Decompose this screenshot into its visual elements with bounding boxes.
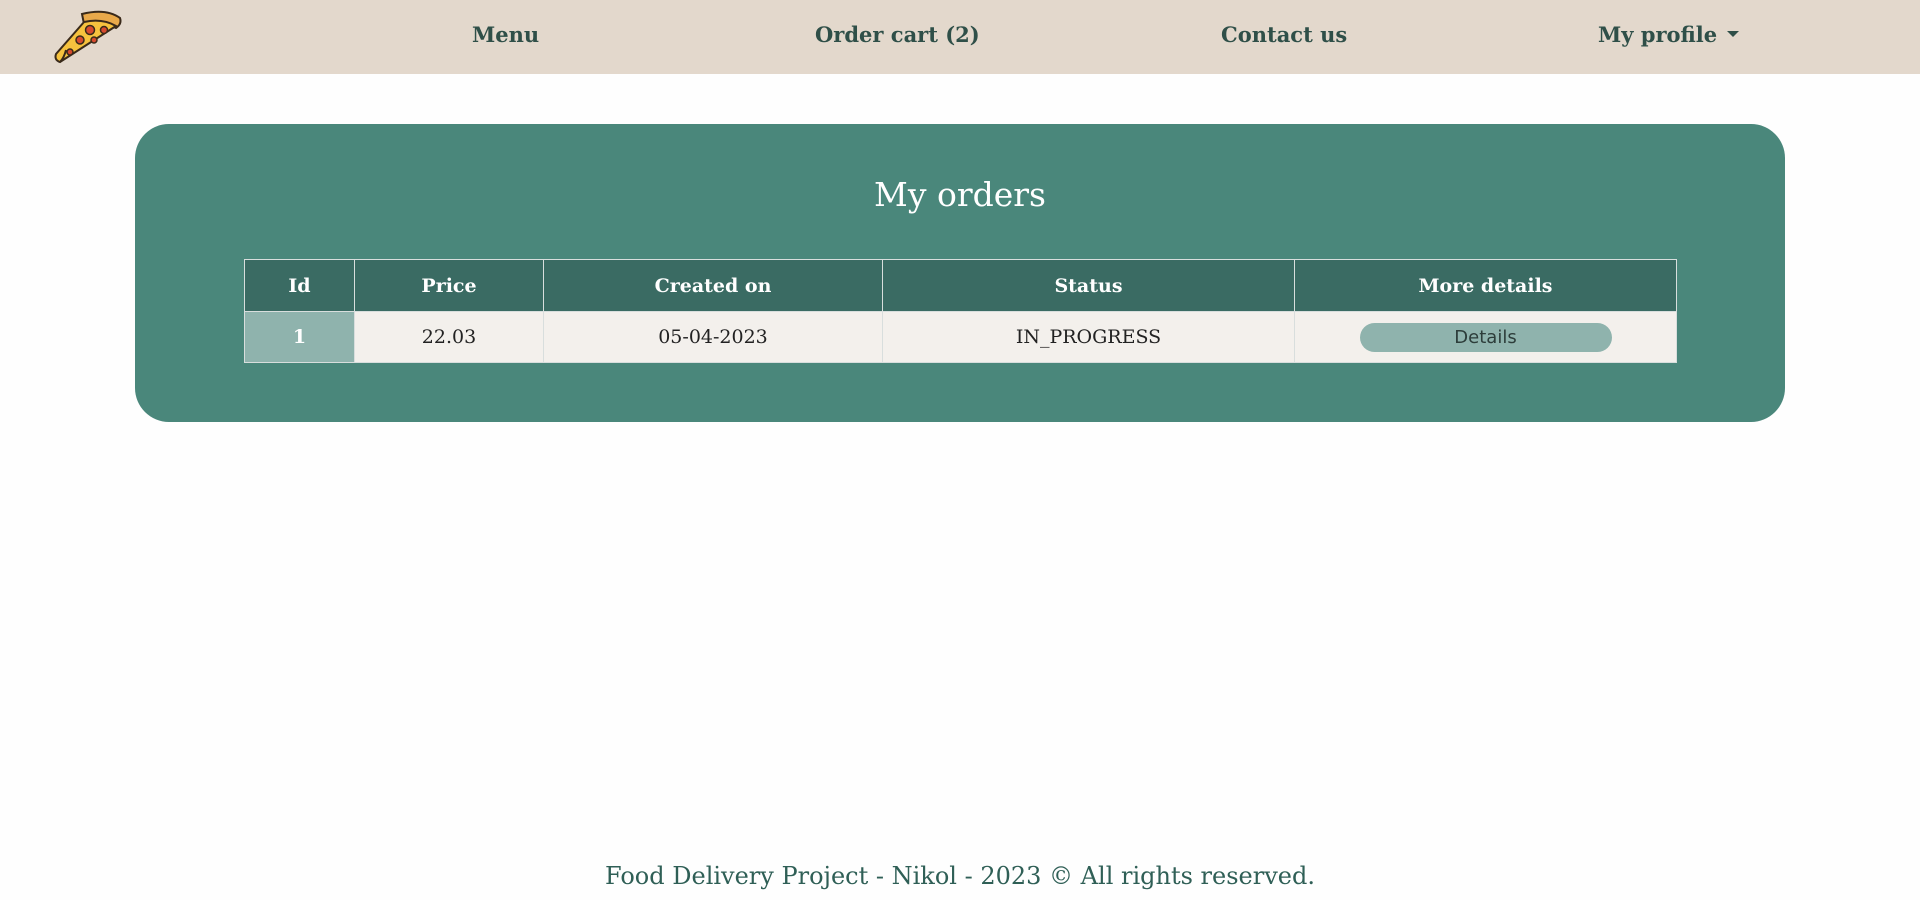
nav-contact-link[interactable]: Contact us xyxy=(1221,22,1347,47)
footer-copyright: Food Delivery Project - Nikol - 2023 © A… xyxy=(605,862,1315,890)
order-id-cell: 1 xyxy=(244,311,355,363)
column-header-status: Status xyxy=(882,259,1295,312)
order-created-on-cell: 05-04-2023 xyxy=(543,311,883,363)
orders-table: Id Price Created on Status More details … xyxy=(244,259,1677,363)
orders-panel: My orders Id Price Created on Status Mor… xyxy=(135,124,1785,422)
nav-order-cart-link[interactable]: Order cart (2) xyxy=(815,22,980,47)
nav-profile-dropdown[interactable]: My profile xyxy=(1598,22,1740,47)
column-header-price: Price xyxy=(354,259,544,312)
navbar: Menu Order cart (2) Contact us My profil… xyxy=(0,0,1920,74)
page-title: My orders xyxy=(874,175,1046,214)
nav-menu-link[interactable]: Menu xyxy=(472,22,539,47)
profile-label: My profile xyxy=(1598,22,1718,47)
chevron-down-icon xyxy=(1727,30,1740,37)
table-row: 1 22.03 05-04-2023 IN_PROGRESS Details xyxy=(244,311,1677,363)
column-header-created-on: Created on xyxy=(543,259,883,312)
pizza-slice-icon[interactable] xyxy=(48,6,124,68)
column-header-id: Id xyxy=(244,259,355,312)
column-header-more-details: More details xyxy=(1294,259,1677,312)
order-status-cell: IN_PROGRESS xyxy=(882,311,1295,363)
order-price-cell: 22.03 xyxy=(354,311,544,363)
table-header-row: Id Price Created on Status More details xyxy=(244,259,1677,312)
details-button[interactable]: Details xyxy=(1359,322,1612,352)
order-details-cell: Details xyxy=(1294,311,1677,363)
